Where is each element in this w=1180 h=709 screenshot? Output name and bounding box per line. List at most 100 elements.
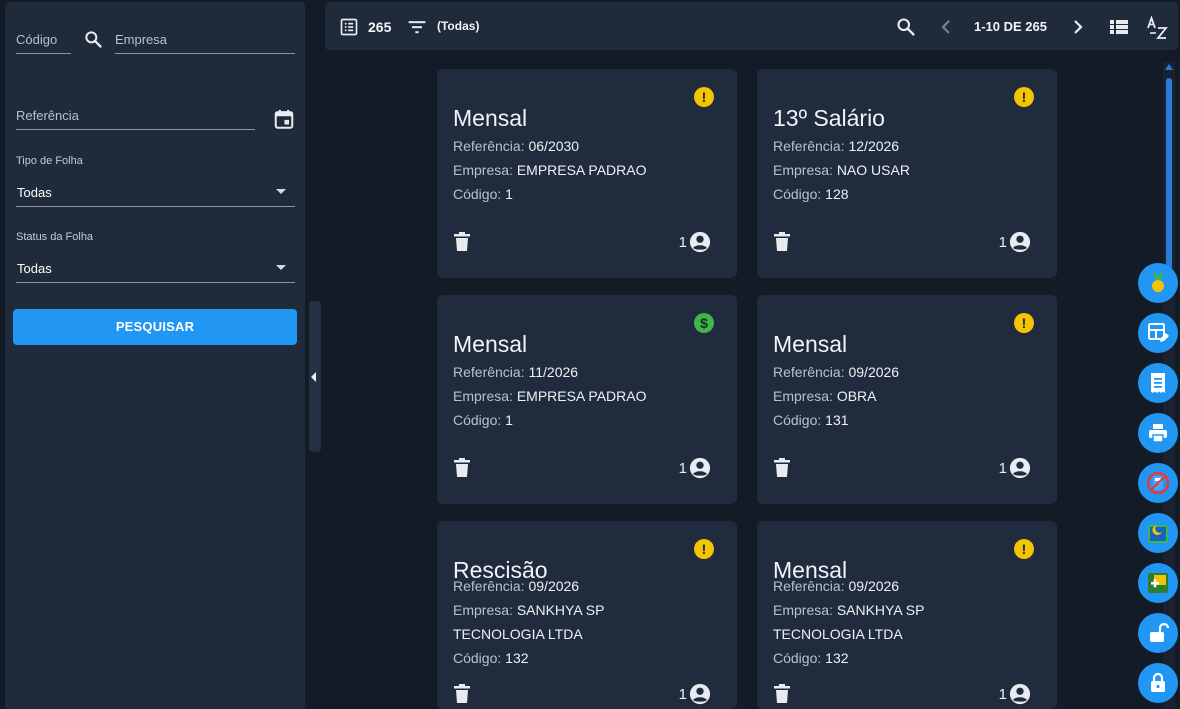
- pagination-text: 1-10 DE 265: [974, 19, 1047, 34]
- chevron-down-icon: [276, 189, 286, 194]
- card-count: 1: [678, 686, 687, 703]
- lock-open-icon: [1150, 622, 1170, 642]
- filter-icon[interactable]: [407, 18, 427, 36]
- card-empresa: Empresa: SANKHYA SP: [453, 602, 605, 618]
- medal-icon: [1152, 272, 1164, 292]
- printer-icon: [1149, 424, 1167, 443]
- card-referencia: Referência: 12/2026: [773, 138, 900, 154]
- status-folha-select[interactable]: Status da Folha Todas: [16, 231, 295, 283]
- card-codigo: Código: 132: [773, 650, 849, 666]
- card-codigo: Código: 1: [453, 186, 513, 202]
- fab-unlock[interactable]: [1138, 613, 1178, 653]
- tipo-folha-label: Tipo de Folha: [16, 155, 83, 167]
- chevron-left-icon: [311, 372, 316, 382]
- empresa-field[interactable]: Empresa: [115, 22, 295, 54]
- card-empresa-cont: TECNOLOGIA LTDA: [453, 626, 583, 642]
- account-circle-icon: [1009, 457, 1031, 479]
- calendar-icon[interactable]: [273, 108, 295, 130]
- account-circle-icon: [1009, 231, 1031, 253]
- table-edit-icon: [1148, 323, 1169, 342]
- card-count: 1: [678, 234, 687, 251]
- fab-add-box[interactable]: [1138, 563, 1178, 603]
- exclamation-badge-icon: !: [1014, 539, 1034, 559]
- card-count: 1: [998, 234, 1007, 251]
- card-referencia: Referência: 06/2030: [453, 138, 580, 154]
- card-empresa: Empresa: NAO USAR: [773, 162, 910, 178]
- card-codigo: Código: 128: [773, 186, 849, 202]
- trash-icon[interactable]: [453, 232, 471, 252]
- exclamation-badge-icon: !: [1014, 87, 1034, 107]
- search-icon[interactable]: [83, 29, 103, 49]
- view-list-icon[interactable]: [1109, 18, 1129, 36]
- fab-table-edit[interactable]: [1138, 313, 1178, 353]
- total-count: 265: [368, 19, 392, 35]
- card-empresa-cont: TECNOLOGIA LTDA: [773, 626, 903, 642]
- tipo-folha-value: Todas: [17, 185, 52, 200]
- card-empresa: Empresa: EMPRESA PADRAO: [453, 388, 647, 404]
- fab-lock[interactable]: [1138, 663, 1178, 703]
- card-referencia: Referência: 09/2026: [453, 578, 580, 594]
- card-referencia: Referência: 09/2026: [773, 578, 900, 594]
- folha-card[interactable]: $ Mensal Referência: 11/2026 Empresa: EM…: [437, 295, 737, 504]
- fab-print[interactable]: [1138, 413, 1178, 453]
- filter-panel: Código Empresa Referência Tipo de Folha …: [5, 2, 305, 709]
- status-folha-label: Status da Folha: [16, 231, 94, 243]
- chevron-left-icon[interactable]: [939, 19, 953, 35]
- trash-icon[interactable]: [773, 684, 791, 704]
- exclamation-badge-icon: !: [694, 87, 714, 107]
- chevron-down-icon: [276, 265, 286, 270]
- status-folha-value: Todas: [17, 261, 52, 276]
- list-alt-icon: [340, 18, 358, 36]
- card-codigo: Código: 1: [453, 412, 513, 428]
- chevron-right-icon[interactable]: [1071, 19, 1085, 35]
- folha-card[interactable]: ! 13º Salário Referência: 12/2026 Empres…: [757, 69, 1057, 278]
- fab-receipt[interactable]: [1138, 363, 1178, 403]
- folha-card[interactable]: ! Rescisão Referência: 09/2026 Empresa: …: [437, 521, 737, 709]
- scrollbar-thumb[interactable]: [1166, 78, 1172, 278]
- account-circle-icon: [1009, 683, 1031, 705]
- sort-alpha-icon[interactable]: [1146, 16, 1170, 40]
- card-title: Mensal: [453, 105, 528, 131]
- card-codigo: Código: 132: [453, 650, 529, 666]
- exclamation-badge-icon: !: [1014, 313, 1034, 333]
- pesquisar-button[interactable]: PESQUISAR: [13, 309, 297, 345]
- filter-label: (Todas): [437, 19, 480, 33]
- card-title: Mensal: [773, 331, 848, 357]
- trash-icon[interactable]: [773, 458, 791, 478]
- card-codigo: Código: 131: [773, 412, 849, 428]
- empresa-placeholder: Empresa: [115, 32, 168, 47]
- calendar-moon-icon: [1148, 525, 1168, 543]
- card-count: 1: [678, 460, 687, 477]
- account-circle-icon: [689, 231, 711, 253]
- referencia-field[interactable]: Referência: [16, 98, 255, 130]
- card-empresa: Empresa: EMPRESA PADRAO: [453, 162, 647, 178]
- lock-icon: [1151, 672, 1165, 692]
- trash-icon[interactable]: [453, 684, 471, 704]
- trash-icon[interactable]: [773, 232, 791, 252]
- collapse-panel-handle[interactable]: [309, 301, 321, 452]
- receipt-icon: [1151, 373, 1165, 393]
- codigo-field[interactable]: Código: [16, 22, 71, 54]
- exclamation-badge-icon: !: [694, 539, 714, 559]
- card-referencia: Referência: 11/2026: [453, 364, 579, 380]
- card-referencia: Referência: 09/2026: [773, 364, 900, 380]
- fab-calendar-moon[interactable]: [1138, 513, 1178, 553]
- folha-card[interactable]: ! Mensal Referência: 09/2026 Empresa: OB…: [757, 295, 1057, 504]
- add-box-icon: [1148, 573, 1168, 593]
- card-title: 13º Salário: [773, 105, 885, 131]
- folha-card[interactable]: ! Mensal Referência: 09/2026 Empresa: SA…: [757, 521, 1057, 709]
- card-title: Mensal: [453, 331, 528, 357]
- card-empresa: Empresa: SANKHYA SP: [773, 602, 925, 618]
- trash-icon[interactable]: [453, 458, 471, 478]
- scroll-up-arrow-icon[interactable]: [1165, 64, 1173, 70]
- fab-medal[interactable]: [1138, 263, 1178, 303]
- referencia-placeholder: Referência: [16, 108, 79, 123]
- toolbar: 265 (Todas) 1-10 DE 265: [325, 2, 1178, 50]
- card-count: 1: [998, 460, 1007, 477]
- fab-calculator[interactable]: [1138, 463, 1178, 503]
- dollar-badge-icon: $: [694, 313, 714, 333]
- folha-card[interactable]: ! Mensal Referência: 06/2030 Empresa: EM…: [437, 69, 737, 278]
- search-icon[interactable]: [895, 16, 916, 37]
- calculator-icon: [1146, 471, 1170, 495]
- tipo-folha-select[interactable]: Tipo de Folha Todas: [16, 155, 295, 207]
